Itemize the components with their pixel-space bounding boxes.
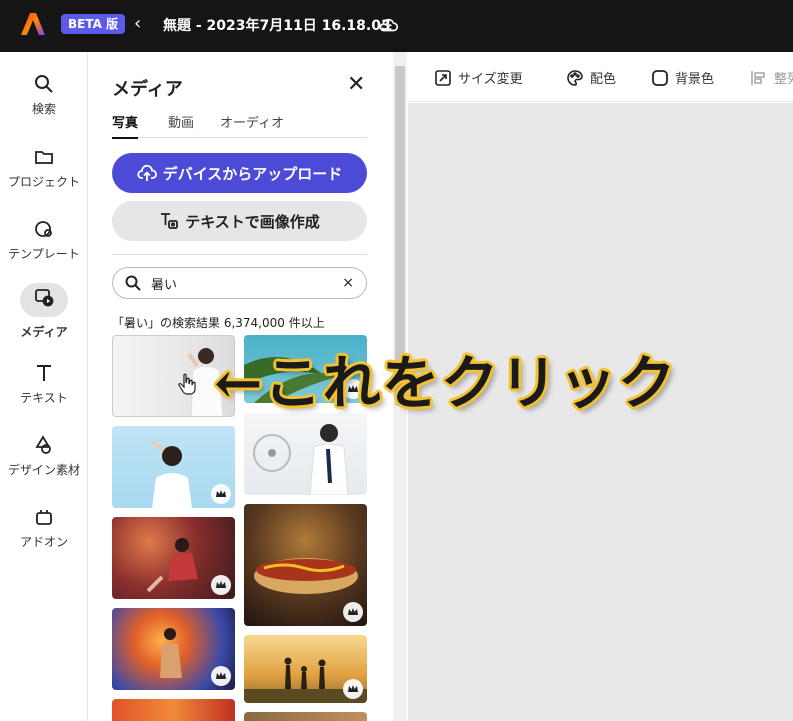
back-chevron-icon[interactable]: ‹ [134, 13, 141, 35]
text-to-image-button[interactable]: テキストで画像作成 [112, 201, 367, 241]
app-logo-icon[interactable] [20, 11, 46, 37]
annotation-text: ←これをクリック [214, 349, 677, 417]
addon-icon [36, 510, 52, 525]
hand-cursor-icon [178, 373, 196, 395]
rail-label: アドオン [19, 535, 68, 549]
tab-photos[interactable]: 写真 [112, 112, 139, 139]
premium-crown-icon [211, 666, 231, 686]
media-icon [35, 289, 54, 307]
generate-label: テキストで画像作成 [185, 212, 320, 231]
clear-search-icon[interactable]: × [342, 275, 354, 291]
text-to-image-icon [161, 213, 179, 229]
text-icon [37, 365, 51, 381]
premium-crown-icon [343, 602, 363, 622]
upload-label: デバイスからアップロード [162, 164, 343, 183]
resize-icon [435, 69, 451, 86]
background-color-icon [652, 69, 668, 86]
photo-thumbnail[interactable] [244, 712, 367, 721]
palette-icon [567, 69, 583, 86]
search-input[interactable]: 暑い [151, 274, 342, 293]
panel-title: メディア [112, 79, 183, 100]
media-icon-wrap [20, 283, 68, 317]
document-title[interactable]: 無題 - 2023年7月11日 16.18.03 [163, 15, 391, 35]
resize-label: サイズ変更 [458, 72, 523, 87]
rail-item-addons[interactable]: アドオン [0, 507, 88, 550]
photo-thumbnail[interactable] [244, 635, 367, 703]
colors-label: 配色 [590, 72, 617, 87]
background-color-button[interactable]: 背景色 [651, 68, 714, 87]
media-tabs: 写真 動画 オーディオ [112, 112, 367, 139]
man-with-fan-image [253, 424, 349, 495]
align-label: 整列 [774, 72, 793, 87]
photo-thumbnail[interactable] [244, 413, 367, 495]
rail-item-templates[interactable]: テンプレート [0, 219, 88, 262]
rail-item-projects[interactable]: プロジェクト [0, 147, 88, 190]
premium-crown-icon [211, 575, 231, 595]
close-icon[interactable]: ✕ [347, 72, 365, 97]
rail-label: 検索 [31, 102, 56, 116]
cloud-sync-icon[interactable] [378, 14, 400, 36]
photo-thumbnail[interactable] [112, 608, 235, 690]
tab-audio[interactable]: オーディオ [220, 112, 284, 131]
canvas-toolbar: サイズ変更 配色 背景色 整列 [408, 52, 793, 102]
resize-button[interactable]: サイズ変更 [434, 68, 523, 87]
shapes-icon [35, 435, 51, 454]
divider [112, 254, 367, 255]
folder-icon [35, 151, 53, 164]
photo-thumbnail[interactable] [244, 504, 367, 626]
premium-crown-icon [343, 679, 363, 699]
rail-label: メディア [20, 325, 68, 339]
rail-label: プロジェクト [7, 175, 80, 189]
rail-item-search[interactable]: 検索 [0, 74, 88, 117]
result-count: 「暑い」の検索結果 6,374,000 件以上 [112, 316, 325, 330]
rail-label: テキスト [20, 391, 68, 405]
upload-button[interactable]: デバイスからアップロード [112, 153, 367, 193]
align-button[interactable]: 整列 [750, 68, 793, 87]
search-icon [125, 275, 141, 291]
search-icon [35, 75, 53, 93]
cloud-upload-icon [137, 164, 157, 181]
premium-crown-icon [211, 484, 231, 504]
rail-label: デザイン素材 [7, 463, 80, 477]
top-bar: BETA 版 ‹ 無題 - 2023年7月11日 16.18.03 [0, 0, 793, 52]
background-color-label: 背景色 [675, 72, 715, 87]
template-icon [35, 221, 52, 237]
photo-thumbnail[interactable] [112, 426, 235, 508]
colors-button[interactable]: 配色 [566, 68, 616, 87]
tab-videos[interactable]: 動画 [168, 112, 194, 131]
photo-thumbnail[interactable] [112, 699, 235, 721]
left-rail: 検索 プロジェクト テンプレート メディア テキスト デザイン素材 アドオン [0, 52, 88, 721]
rail-item-media[interactable]: メディア [0, 283, 88, 340]
photo-thumbnail[interactable] [112, 517, 235, 599]
search-field[interactable]: 暑い × [112, 267, 367, 299]
rail-label: テンプレート [8, 247, 80, 261]
rail-item-design-assets[interactable]: デザイン素材 [0, 435, 88, 478]
rail-item-text[interactable]: テキスト [0, 363, 88, 406]
beta-badge: BETA 版 [61, 14, 126, 34]
align-icon [751, 70, 765, 85]
